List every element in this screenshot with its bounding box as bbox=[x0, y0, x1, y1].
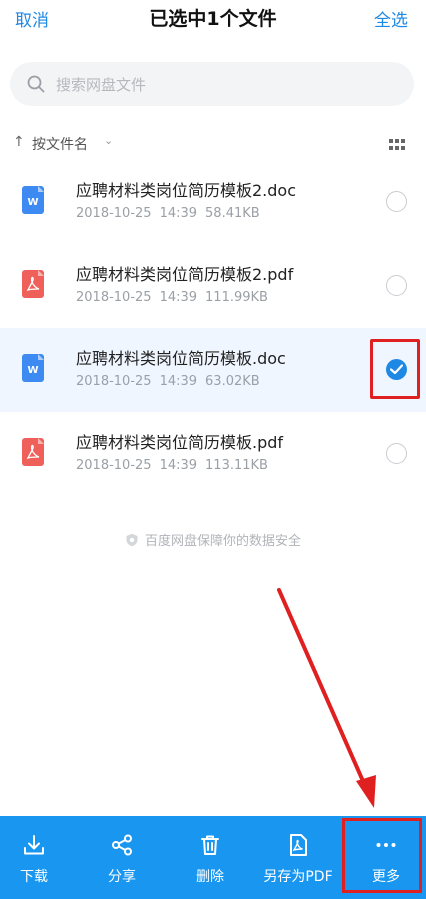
share-label: 分享 bbox=[108, 869, 136, 885]
save-as-pdf-label: 另存为PDF bbox=[263, 869, 333, 885]
delete-label: 删除 bbox=[196, 869, 224, 885]
download-icon bbox=[24, 835, 44, 855]
pdf-icon bbox=[290, 834, 307, 856]
download-button[interactable]: 下载 bbox=[0, 816, 68, 899]
share-button[interactable]: 分享 bbox=[88, 816, 156, 899]
delete-button[interactable]: 删除 bbox=[176, 816, 244, 899]
share-icon bbox=[112, 834, 132, 856]
save-as-pdf-button[interactable]: 另存为PDF bbox=[254, 816, 342, 899]
annotation-more-box bbox=[342, 818, 422, 893]
download-label: 下载 bbox=[20, 869, 48, 885]
annotation-arrow bbox=[277, 588, 376, 808]
trash-icon bbox=[201, 835, 219, 855]
